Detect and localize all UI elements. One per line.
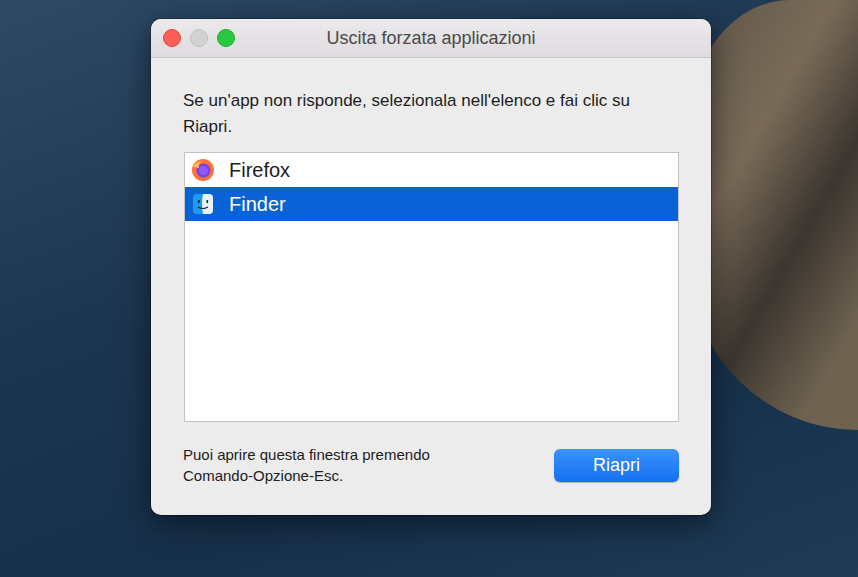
zoom-button[interactable] — [217, 29, 235, 47]
app-name: Firefox — [229, 159, 290, 182]
app-row[interactable]: Firefox — [185, 153, 678, 187]
firefox-icon — [191, 158, 215, 182]
shortcut-hint: Puoi aprire questa finestra premendo Com… — [183, 444, 493, 486]
desktop: Uscita forzata applicazioni Se un'app non… — [0, 0, 858, 577]
window-controls — [163, 19, 235, 57]
relaunch-button[interactable]: Riapri — [554, 449, 679, 482]
force-quit-window: Uscita forzata applicazioni Se un'app non… — [151, 19, 711, 515]
footer: Puoi aprire questa finestra premendo Com… — [183, 444, 679, 486]
app-list: Firefox Finder — [184, 152, 679, 422]
close-button[interactable] — [163, 29, 181, 47]
window-body: Se un'app non risponde, selezionala nell… — [151, 58, 711, 515]
wallpaper-rocks — [688, 0, 858, 430]
app-name: Finder — [229, 193, 286, 216]
app-row[interactable]: Finder — [185, 187, 678, 221]
title-bar[interactable]: Uscita forzata applicazioni — [151, 19, 711, 58]
instructions-text: Se un'app non risponde, selezionala nell… — [183, 88, 673, 140]
finder-icon — [191, 192, 215, 216]
minimize-button — [190, 29, 208, 47]
window-title: Uscita forzata applicazioni — [326, 28, 535, 49]
